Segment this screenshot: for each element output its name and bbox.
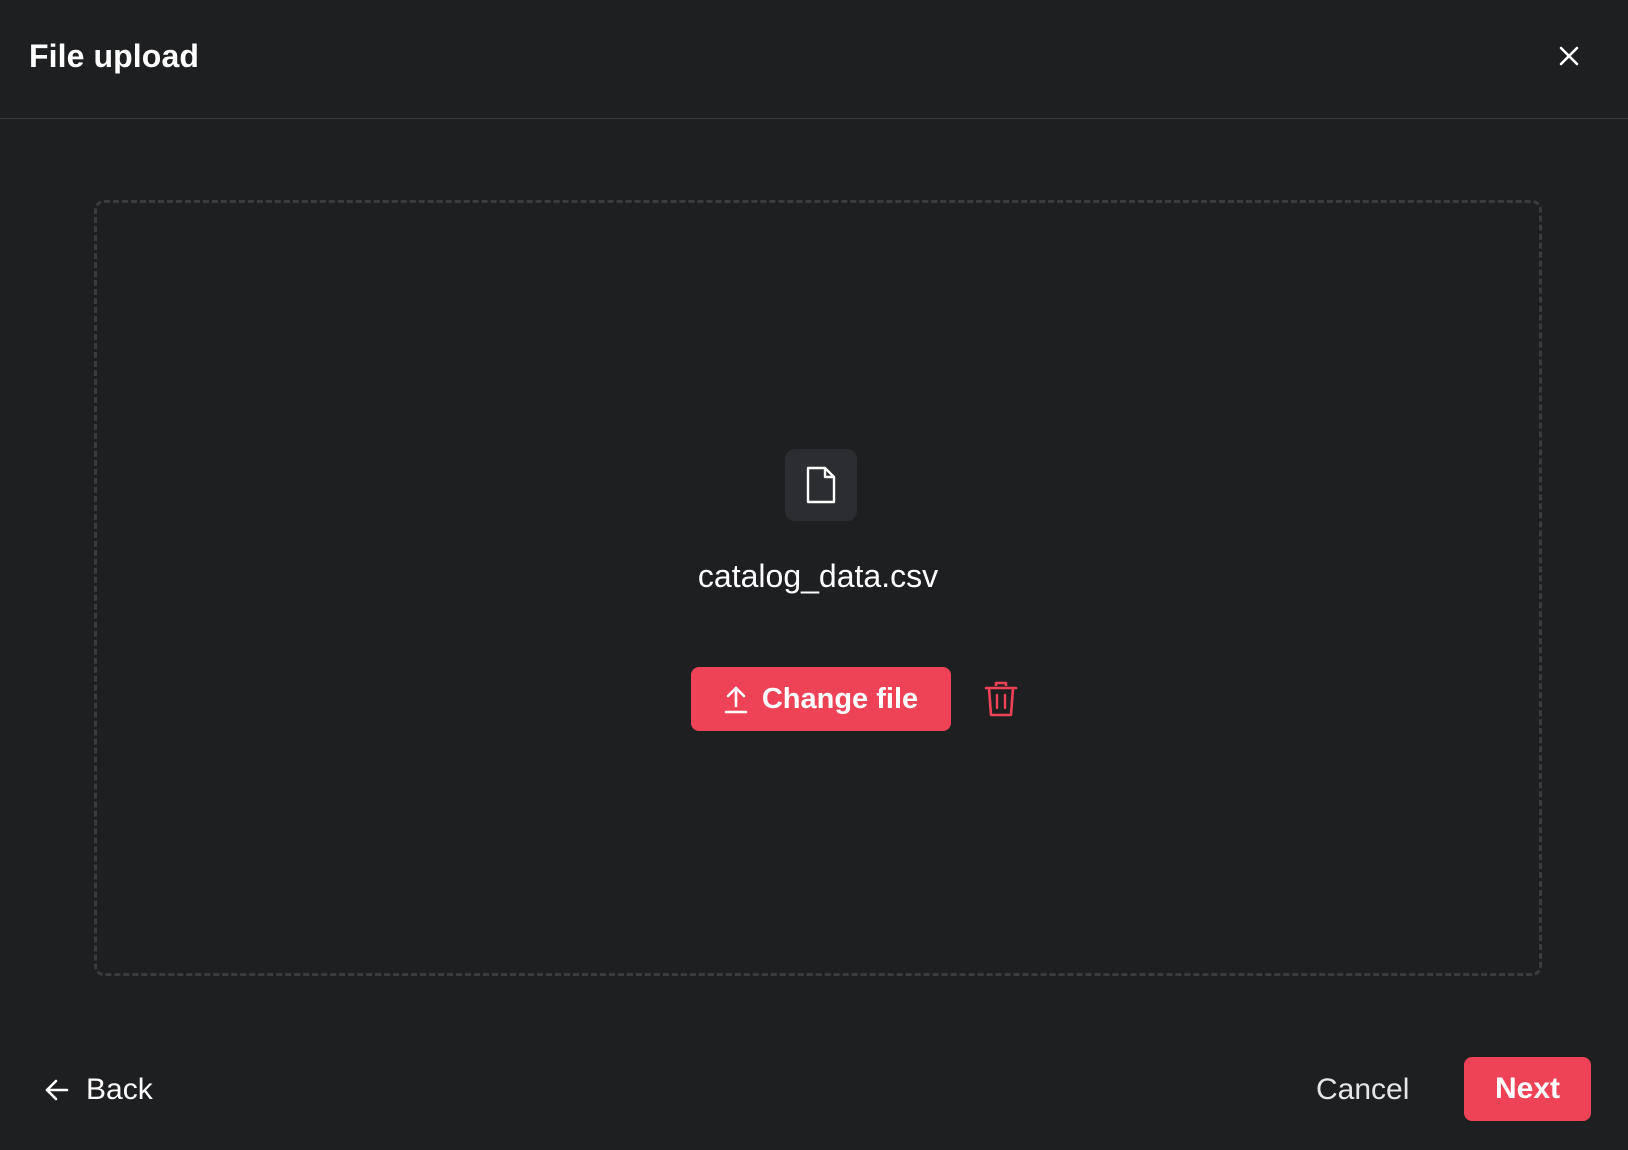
cancel-label: Cancel bbox=[1316, 1073, 1410, 1106]
close-button[interactable] bbox=[1554, 41, 1584, 71]
change-file-label: Change file bbox=[761, 682, 919, 715]
dialog-title: File upload bbox=[29, 38, 199, 74]
arrow-left-icon bbox=[45, 1079, 69, 1101]
dialog-header: File upload bbox=[0, 0, 1628, 119]
next-button[interactable]: Next bbox=[1464, 1057, 1591, 1121]
file-upload-dialog: File upload catalog_data.csv Change file… bbox=[0, 0, 1628, 1150]
close-icon bbox=[1559, 46, 1579, 66]
back-label: Back bbox=[86, 1073, 153, 1106]
cancel-button[interactable]: Cancel bbox=[1316, 1068, 1409, 1112]
back-button[interactable]: Back bbox=[44, 1068, 153, 1112]
next-label: Next bbox=[1494, 1072, 1561, 1105]
delete-file-button[interactable] bbox=[979, 677, 1023, 721]
change-file-button[interactable]: Change file bbox=[691, 667, 951, 731]
file-dropzone[interactable]: catalog_data.csv Change file bbox=[94, 200, 1542, 976]
document-icon bbox=[806, 466, 836, 504]
upload-icon bbox=[724, 686, 748, 714]
file-icon-container bbox=[785, 449, 857, 521]
file-actions: Change file bbox=[97, 667, 1539, 731]
file-name: catalog_data.csv bbox=[697, 558, 939, 594]
trash-icon bbox=[984, 681, 1018, 717]
